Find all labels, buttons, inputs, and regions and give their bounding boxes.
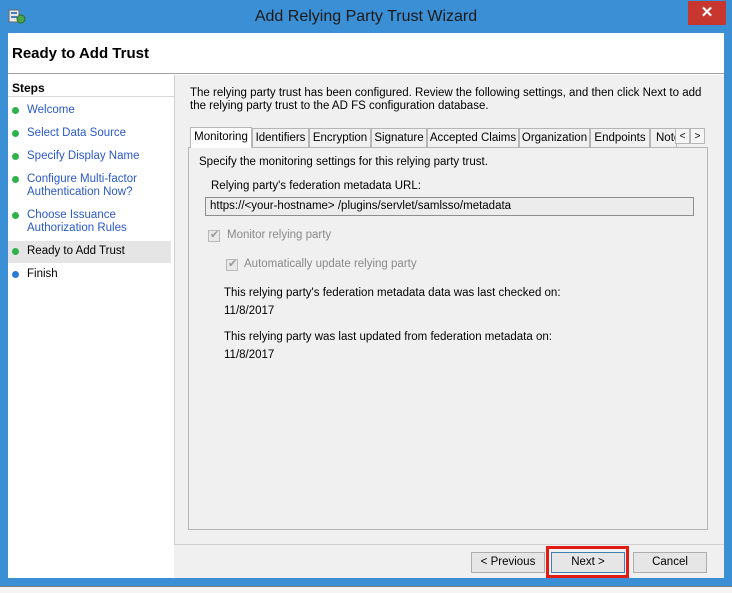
step-complete-icon	[12, 130, 19, 137]
step-choose-issuance-rules: Choose Issuance Authorization Rules	[8, 209, 171, 237]
step-complete-icon	[12, 212, 19, 219]
auto-update-label: Automatically update relying party	[244, 258, 417, 270]
tab-monitoring[interactable]: Monitoring	[190, 127, 252, 148]
monitor-relying-party-checkbox[interactable]: ✔	[208, 229, 220, 242]
step-label: Ready to Add Trust	[27, 245, 125, 257]
step-welcome: Welcome	[8, 104, 171, 119]
step-label: Welcome	[27, 104, 75, 116]
tab-signature[interactable]: Signature	[371, 128, 427, 147]
step-ready-to-add-trust: Ready to Add Trust	[8, 241, 171, 263]
step-specify-display-name: Specify Display Name	[8, 150, 171, 165]
page-title: Ready to Add Trust	[12, 45, 149, 62]
last-updated-value: 11/8/2017	[224, 349, 275, 361]
previous-button[interactable]: < Previous	[471, 552, 545, 573]
step-current-icon	[12, 248, 19, 255]
step-configure-mfa: Configure Multi-factor Authentication No…	[8, 173, 171, 201]
tab-identifiers[interactable]: Identifiers	[252, 128, 309, 147]
step-label: Specify Display Name	[27, 150, 140, 162]
auto-update-checkbox[interactable]: ✔	[226, 258, 238, 271]
monitor-relying-party-label: Monitor relying party	[227, 229, 332, 241]
steps-divider	[174, 75, 175, 545]
step-label: Select Data Source	[27, 127, 127, 139]
metadata-url-field[interactable]: https://<your-hostname> /plugins/servlet…	[205, 197, 694, 216]
last-checked-label: This relying party's federation metadata…	[224, 287, 561, 299]
tab-accepted-claims[interactable]: Accepted Claims	[427, 128, 519, 147]
background-window-edge	[0, 586, 732, 587]
next-button-highlight	[546, 546, 629, 578]
cancel-button[interactable]: Cancel	[633, 552, 707, 573]
steps-heading-divider	[8, 96, 174, 97]
metadata-url-label: Relying party's federation metadata URL:	[211, 180, 421, 192]
step-complete-icon	[12, 107, 19, 114]
tab-endpoints[interactable]: Endpoints	[590, 128, 650, 147]
step-label: Choose Issuance Authorization Rules	[27, 209, 127, 234]
step-finish: Finish	[8, 268, 171, 283]
intro-text: The relying party trust has been configu…	[190, 87, 702, 112]
step-complete-icon	[12, 176, 19, 183]
step-complete-icon	[12, 153, 19, 160]
steps-heading: Steps	[12, 81, 45, 95]
last-checked-value: 11/8/2017	[224, 305, 275, 317]
checkmark-icon: ✔	[210, 229, 220, 241]
checkmark-icon: ✔	[228, 258, 238, 270]
step-select-data-source: Select Data Source	[8, 127, 171, 142]
step-label: Finish	[27, 268, 58, 280]
monitoring-description: Specify the monitoring settings for this…	[199, 156, 488, 168]
button-bar-divider	[174, 544, 724, 545]
tab-scroll-right-button[interactable]: >	[690, 128, 705, 144]
tab-organization[interactable]: Organization	[519, 128, 590, 147]
last-updated-label: This relying party was last updated from…	[224, 331, 552, 343]
background-window	[0, 586, 732, 593]
step-label: Configure Multi-factor Authentication No…	[27, 173, 137, 198]
tab-notes[interactable]: Note	[650, 128, 677, 147]
close-button[interactable]: ✕	[688, 1, 726, 25]
step-pending-icon	[12, 271, 19, 278]
window-title: Add Relying Party Trust Wizard	[254, 8, 478, 25]
tab-encryption[interactable]: Encryption	[309, 128, 371, 147]
tab-scroll-left-button[interactable]: <	[675, 128, 690, 144]
